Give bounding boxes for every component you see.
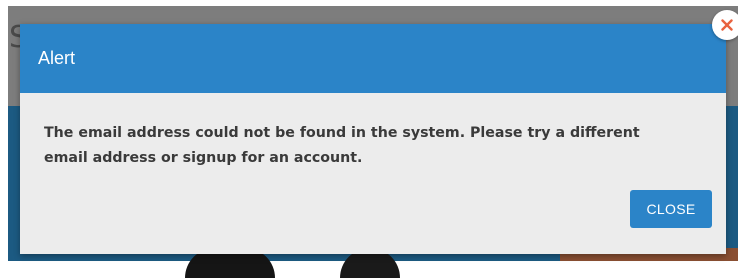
close-icon (721, 19, 733, 31)
dialog-header: Alert (20, 24, 726, 93)
dialog-close-x-button[interactable] (712, 10, 738, 40)
dialog-message: The email address could not be found in … (44, 125, 640, 166)
dialog-title: Alert (38, 48, 76, 68)
close-button[interactable]: CLOSE (630, 190, 712, 228)
alert-dialog: Alert The email address could not be fou… (20, 24, 726, 254)
